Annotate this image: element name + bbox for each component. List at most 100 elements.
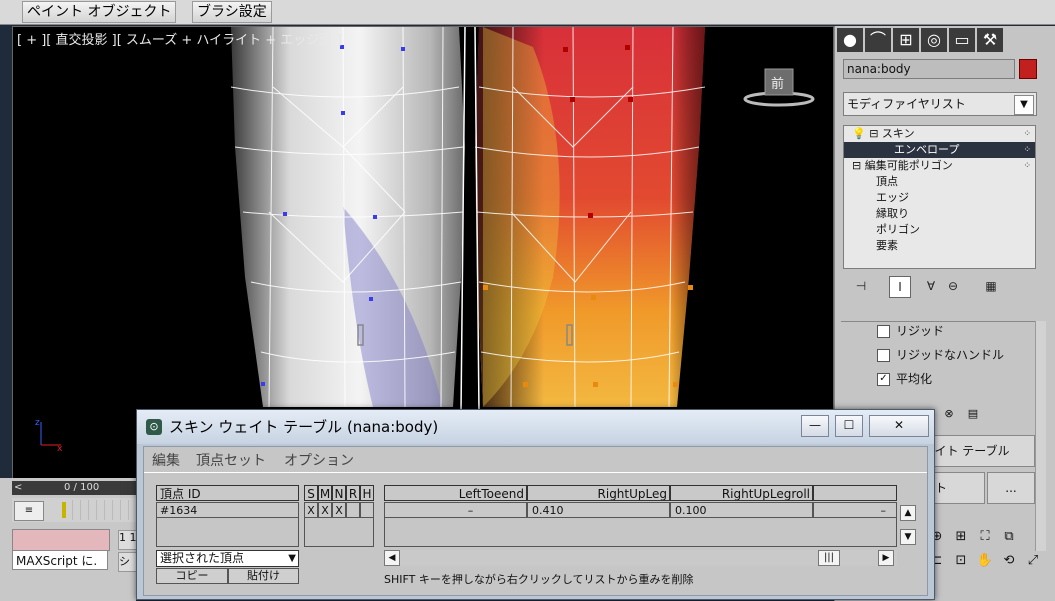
chevron-down-icon[interactable]: ▼ xyxy=(288,551,296,566)
stack-item-envelope[interactable]: エンベロープ ⁘ xyxy=(844,142,1035,158)
column-header-m[interactable]: M xyxy=(318,485,332,501)
column-header-bone[interactable]: RightUpLegroll xyxy=(670,485,813,501)
weight-cell[interactable]: – xyxy=(813,502,897,518)
checkbox-label: リジッドなハンドル xyxy=(896,348,1005,362)
maximize-button[interactable]: ☐ xyxy=(835,415,863,437)
checkbox-box[interactable] xyxy=(877,349,890,362)
menu-edit[interactable]: 編集 xyxy=(152,450,180,470)
scroll-thumb[interactable]: ||| xyxy=(818,550,840,566)
weight-cell[interactable]: 0.410 xyxy=(527,502,670,518)
modifier-stack[interactable]: 💡 ⊟ スキン ⁘ エンベロープ ⁘ ⊟ 編集可能ポリゴン ⁘ 頂点 エッジ 縁… xyxy=(843,125,1036,269)
checkbox-box[interactable] xyxy=(877,325,890,338)
scroll-left-button[interactable]: ◀ xyxy=(384,550,400,566)
normalize-checkbox[interactable]: ✓ 平均化 xyxy=(877,370,932,388)
tab-paint-object[interactable]: ペイント オブジェクト xyxy=(22,1,177,23)
mirror-icon[interactable]: ⊗ xyxy=(939,404,959,424)
copy-button[interactable]: コピー xyxy=(156,568,228,584)
stack-dots-icon: ⁘ xyxy=(1023,145,1031,155)
pan-hand-icon[interactable]: ✋ xyxy=(976,552,994,570)
modifier-list-dropdown[interactable]: モディファイヤリスト ▼ xyxy=(843,92,1037,116)
stack-item-polygon[interactable]: ポリゴン xyxy=(844,222,1035,238)
show-end-result-icon[interactable]: I xyxy=(889,276,911,298)
menu-vertex-sets[interactable]: 頂点セット xyxy=(196,450,266,470)
hierarchy-tab-icon[interactable]: ⊞ xyxy=(893,28,919,52)
motion-tab-icon[interactable]: ◎ xyxy=(921,28,947,52)
horizontal-scrollbar[interactable]: ◀ ||| ▶ xyxy=(384,550,897,566)
stack-item-vertex[interactable]: 頂点 xyxy=(844,174,1035,190)
time-slider[interactable]: < 0 / 100 xyxy=(12,481,136,495)
configure-sets-icon[interactable]: ▦ xyxy=(981,276,1001,296)
rigid-checkbox[interactable]: リジッド xyxy=(877,322,944,340)
scroll-up-button[interactable]: ▲ xyxy=(900,505,916,521)
rigid-handles-checkbox[interactable]: リジッドなハンドル xyxy=(877,346,1004,364)
checkbox-box[interactable]: ✓ xyxy=(877,373,890,386)
viewcube[interactable]: 前 xyxy=(741,67,821,117)
table-row-vertex-id[interactable]: #1634 xyxy=(156,502,299,518)
maximize-viewport-icon[interactable]: ⤢ xyxy=(1024,552,1042,570)
viewport-label[interactable]: [ + ][ 直交投影 ][ スムーズ + ハイライト + エッジ面 ] xyxy=(17,29,342,48)
modifier-list-label: モディファイヤリスト xyxy=(847,97,966,111)
scroll-down-button[interactable]: ▼ xyxy=(900,529,916,545)
zoom-extents-icon[interactable]: ⛶ xyxy=(976,528,994,546)
stack-item-skin[interactable]: 💡 ⊟ スキン ⁘ xyxy=(844,126,1035,142)
weight-cell[interactable]: – xyxy=(384,502,527,518)
column-header-vertex-id[interactable]: 頂点 ID xyxy=(156,485,299,501)
column-header-bone[interactable]: LeftToeend xyxy=(384,485,527,501)
stack-item-label: エンベロープ xyxy=(894,143,960,156)
flag-cell[interactable]: X xyxy=(318,502,332,518)
create-tab-icon[interactable]: ● xyxy=(837,28,863,52)
maxscript-input[interactable]: MAXScript に. xyxy=(12,550,108,570)
column-header-r[interactable]: R xyxy=(346,485,360,501)
column-header-bone[interactable] xyxy=(813,485,897,501)
stack-item-border[interactable]: 縁取り xyxy=(844,206,1035,222)
column-header-s[interactable]: S xyxy=(304,485,318,501)
time-prev-button[interactable]: < xyxy=(14,481,22,495)
chevron-down-icon[interactable]: ▼ xyxy=(1014,95,1034,115)
menu-options[interactable]: オプション xyxy=(284,450,354,470)
flag-cell[interactable]: X xyxy=(332,502,346,518)
remove-modifier-icon[interactable]: ⊖ xyxy=(943,276,963,296)
utilities-hammer-icon[interactable]: ⚒ xyxy=(977,28,1003,52)
track-bar-icon[interactable]: ≡ xyxy=(14,501,44,521)
weight-cell[interactable]: 0.100 xyxy=(670,502,813,518)
paint-options-button[interactable]: ... xyxy=(987,472,1035,504)
stack-item-edge[interactable]: エッジ xyxy=(844,190,1035,206)
zoom-all-icon[interactable]: ⊞ xyxy=(952,528,970,546)
column-header-bone[interactable]: RightUpLeg xyxy=(527,485,670,501)
svg-text:z: z xyxy=(35,418,40,428)
column-header-h[interactable]: H xyxy=(360,485,374,501)
panel-scrollbar[interactable] xyxy=(1035,321,1046,551)
viewcube-face-label[interactable]: 前 xyxy=(771,73,784,92)
display-tab-icon[interactable]: ▭ xyxy=(949,28,975,52)
vertex-set-dropdown[interactable]: 選択された頂点 ▼ xyxy=(156,550,299,567)
track-bar[interactable]: ≡ xyxy=(12,498,136,522)
object-color-swatch[interactable] xyxy=(1019,59,1037,79)
modify-tab-icon[interactable]: ⌒ xyxy=(865,28,891,52)
lightbulb-icon[interactable]: 💡 xyxy=(844,127,866,140)
flag-cell[interactable] xyxy=(346,502,360,518)
column-header-n[interactable]: N xyxy=(332,485,346,501)
stack-item-element[interactable]: 要素 xyxy=(844,238,1035,254)
minimize-button[interactable]: — xyxy=(801,415,829,437)
orbit-icon[interactable]: ⟲ xyxy=(1000,552,1018,570)
zoom-extents-all-icon[interactable]: ⧉ xyxy=(1000,528,1018,546)
object-name-field[interactable]: nana:body xyxy=(843,59,1015,79)
hint-text: SHIFT キーを押しながら右クリックしてリストから重みを削除 xyxy=(384,573,694,586)
dialog-title: スキン ウェイト テーブル (nana:body) xyxy=(169,418,439,436)
dialog-titlebar[interactable]: ⊙ スキン ウェイト テーブル (nana:body) — ☐ ✕ xyxy=(137,410,934,444)
maxscript-listener-output[interactable] xyxy=(12,529,110,551)
pin-stack-icon[interactable]: ⊣ xyxy=(851,276,871,296)
scroll-right-button[interactable]: ▶ xyxy=(878,550,894,566)
collapse-icon[interactable]: ⊟ xyxy=(869,127,878,140)
paste-button[interactable]: 貼付け xyxy=(228,568,299,584)
make-unique-icon[interactable]: ∀ xyxy=(921,276,941,296)
close-button[interactable]: ✕ xyxy=(869,415,929,437)
flag-cell[interactable]: X xyxy=(304,502,318,518)
zoom-region-icon[interactable]: ⊡ xyxy=(952,552,970,570)
time-marker[interactable] xyxy=(62,502,66,518)
stack-item-editable-poly[interactable]: ⊟ 編集可能ポリゴン ⁘ xyxy=(844,158,1035,174)
collapse-icon[interactable]: ⊟ xyxy=(844,159,861,172)
tab-brush-settings[interactable]: ブラシ設定 xyxy=(192,1,272,23)
weight-table-icon[interactable]: ▤ xyxy=(963,404,983,424)
flag-cell[interactable] xyxy=(360,502,374,518)
